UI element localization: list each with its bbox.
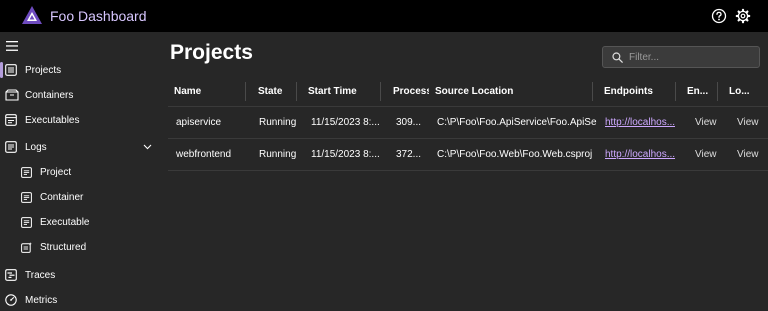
sidebar-item-structured-logs[interactable]: Structured [21, 237, 86, 257]
main-content: Projects Name State Start Time Process S… [162, 32, 768, 311]
projects-table: Name State Start Time Process Source Loc… [168, 77, 768, 171]
help-icon[interactable] [711, 8, 727, 24]
sidebar-item-label: Logs [25, 141, 47, 153]
sidebar-item-traces[interactable]: Traces [5, 265, 55, 285]
chevron-down-icon[interactable] [143, 144, 152, 150]
sidebar-item-metrics[interactable]: Metrics [5, 290, 57, 310]
resource-name: webfrontend [176, 149, 232, 160]
column-header-environment[interactable]: En... [687, 77, 715, 106]
column-header-name[interactable]: Name [174, 77, 244, 106]
metrics-icon [5, 294, 17, 306]
sidebar-item-projects[interactable]: Projects [5, 60, 61, 80]
projects-icon [5, 64, 17, 76]
view-logs-link[interactable]: View [737, 139, 761, 170]
sidebar-item-containers[interactable]: Containers [5, 85, 73, 105]
resource-state: Running [259, 117, 297, 128]
sidebar-item-label: Traces [25, 269, 56, 281]
resource-start-time: 11/15/2023 8:... [311, 149, 380, 160]
column-resize-handle[interactable] [245, 82, 246, 101]
column-header-start-time[interactable]: Start Time [308, 77, 376, 106]
sidebar-item-label: Metrics [25, 294, 58, 306]
sidebar-item-executable-logs[interactable]: Executable [21, 212, 89, 232]
column-resize-handle[interactable] [380, 82, 381, 101]
sidebar-item-label: Executable [40, 216, 90, 228]
column-resize-handle[interactable] [717, 82, 718, 101]
containers-icon [5, 89, 19, 101]
logs-icon [5, 141, 17, 153]
sidebar-item-label: Containers [25, 89, 74, 101]
settings-gear-icon[interactable] [735, 8, 751, 24]
executable-log-icon [21, 216, 32, 228]
view-environment-link[interactable]: View [695, 107, 719, 138]
sidebar-item-executables[interactable]: Executables [5, 110, 79, 130]
column-header-logs[interactable]: Lo... [729, 77, 757, 106]
resource-process-id: 309... [396, 117, 422, 128]
resource-endpoint-link[interactable]: http://localhos... [605, 107, 675, 138]
resource-start-time: 11/15/2023 8:... [311, 117, 380, 128]
column-header-source-location[interactable]: Source Location [435, 77, 555, 106]
sidebar-item-label: Project [40, 166, 72, 178]
view-environment-link[interactable]: View [695, 139, 719, 170]
column-resize-handle[interactable] [296, 82, 297, 101]
executables-icon [5, 114, 17, 126]
filter-input[interactable] [629, 47, 754, 67]
sidebar-item-label: Executables [25, 114, 80, 126]
hamburger-menu-icon[interactable] [6, 40, 18, 52]
column-header-process[interactable]: Process [393, 77, 429, 106]
sidebar-item-container-logs[interactable]: Container [21, 187, 83, 207]
column-header-endpoints[interactable]: Endpoints [604, 77, 674, 106]
page-title: Projects [170, 41, 253, 64]
top-bar: Foo Dashboard [0, 0, 768, 32]
structured-log-icon [21, 241, 32, 253]
table-row[interactable]: webfrontend Running 11/15/2023 8:... 372… [168, 139, 768, 171]
resource-source-location: C:\P\Foo\Foo.Web\Foo.Web.csproj [437, 149, 593, 160]
resource-endpoint-link[interactable]: http://localhos... [605, 139, 675, 170]
container-log-icon [21, 191, 32, 203]
active-nav-indicator [0, 62, 3, 78]
resource-name: apiservice [176, 117, 222, 128]
traces-icon [5, 269, 17, 281]
column-resize-handle[interactable] [592, 82, 593, 101]
app-title[interactable]: Foo Dashboard [50, 8, 147, 24]
sidebar-item-logs[interactable]: Logs [5, 137, 47, 157]
column-resize-handle[interactable] [675, 82, 676, 101]
sidebar-item-project-logs[interactable]: Project [21, 162, 71, 182]
filter-box[interactable] [602, 46, 760, 68]
project-log-icon [21, 166, 32, 178]
sidebar-item-label: Structured [40, 241, 87, 253]
resource-state: Running [259, 149, 297, 160]
app-logo-icon[interactable] [21, 5, 43, 25]
sidebar-item-label: Projects [25, 64, 62, 76]
table-header-row: Name State Start Time Process Source Loc… [168, 77, 768, 107]
view-logs-link[interactable]: View [737, 107, 761, 138]
column-header-state[interactable]: State [258, 77, 298, 106]
resource-process-id: 372... [396, 149, 422, 160]
resource-source-location: C:\P\Foo\Foo.ApiService\Foo.ApiSe... [437, 117, 597, 128]
search-icon [612, 52, 623, 63]
sidebar-item-label: Container [40, 191, 84, 203]
table-row[interactable]: apiservice Running 11/15/2023 8:... 309.… [168, 107, 768, 139]
